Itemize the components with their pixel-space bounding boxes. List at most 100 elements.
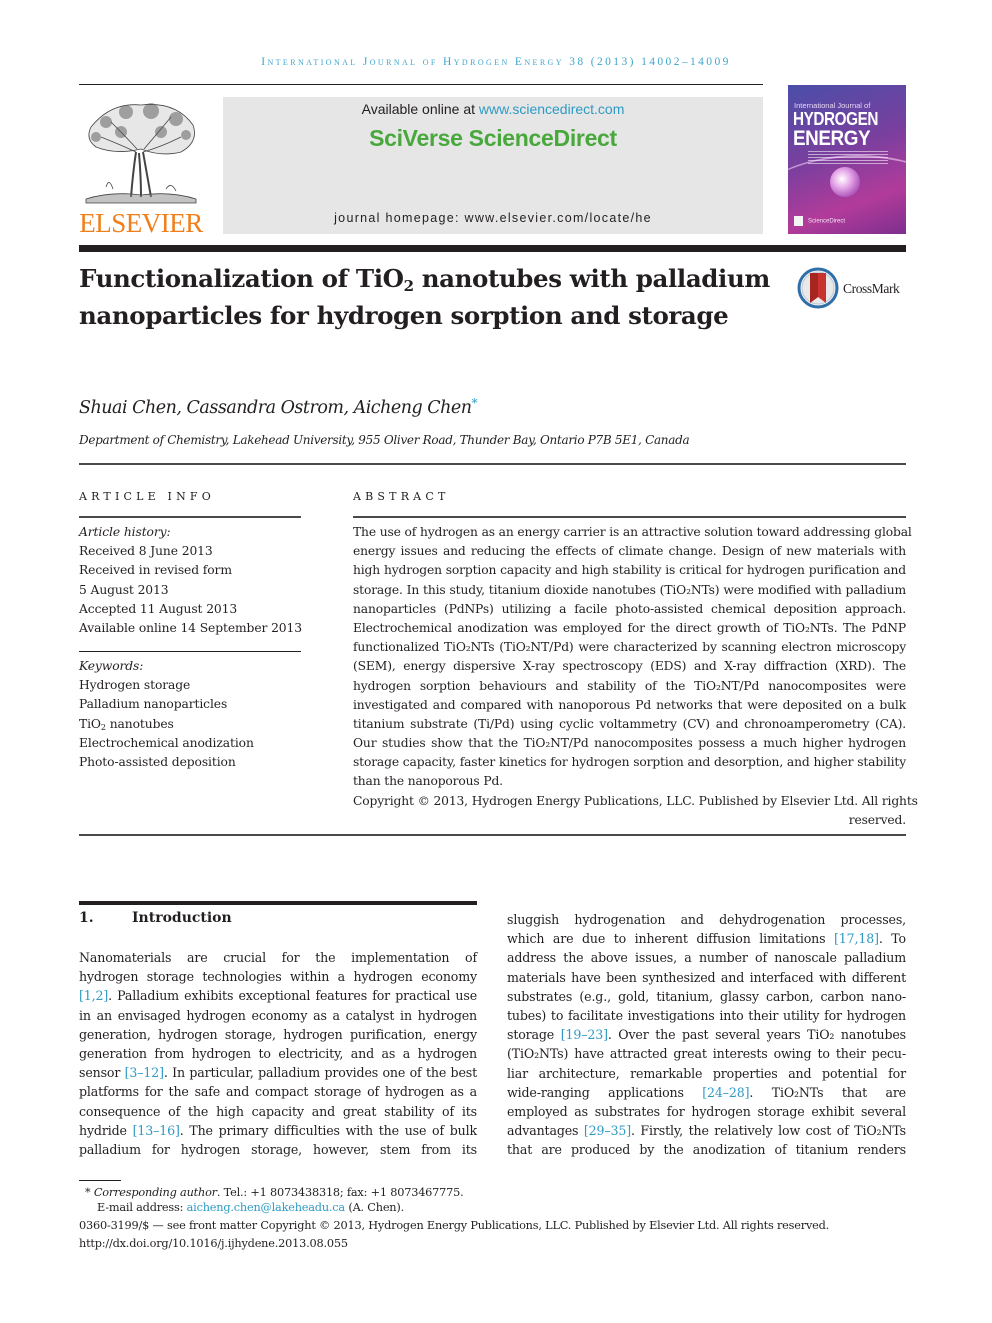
abstract-line: functionalized TiO₂NTs (TiO₂NT/Pd) were … bbox=[353, 640, 906, 655]
keyword: Palladium nanoparticles bbox=[79, 697, 228, 712]
text-line: storage [19–23]. Over the past several y… bbox=[507, 1027, 906, 1043]
text-line: Nanomaterials are crucial for the implem… bbox=[79, 950, 477, 965]
abstract-line: hydrogen sorption behaviours and stabili… bbox=[353, 678, 906, 693]
citation-link[interactable]: [13–16] bbox=[133, 1123, 180, 1138]
sciencedirect-banner: Available online at www.sciencedirect.co… bbox=[223, 97, 763, 234]
running-head: International Journal of Hydrogen Energy… bbox=[261, 56, 731, 68]
crossmark-icon bbox=[797, 267, 839, 309]
header-rule bbox=[79, 84, 763, 85]
cover-footer: ScienceDirect bbox=[794, 216, 898, 226]
history-item: Available online 14 September 2013 bbox=[79, 621, 302, 636]
authors: Shuai Chen, Cassandra Ostrom, Aicheng Ch… bbox=[79, 396, 478, 418]
elsevier-wordmark: ELSEVIER bbox=[79, 208, 203, 238]
text-line: liar architecture, remarkable properties… bbox=[507, 1065, 906, 1081]
citation-link[interactable]: [19–23] bbox=[561, 1027, 608, 1042]
journal-homepage: journal homepage: www.elsevier.com/locat… bbox=[334, 211, 652, 225]
abstract-copyright-end: reserved. bbox=[848, 812, 906, 827]
affiliation: Department of Chemistry, Lakehead Univer… bbox=[79, 433, 690, 447]
keyword: Electrochemical anodization bbox=[79, 735, 254, 750]
citation-link[interactable]: [17,18] bbox=[834, 931, 879, 946]
text-line: sluggish hydrogenation and dehydrogenati… bbox=[507, 912, 906, 927]
text-line: consequence of the high capacity and gre… bbox=[79, 1103, 477, 1119]
abstract-line: Electrochemical anodization was employed… bbox=[353, 620, 906, 635]
introduction-left-column: Nanomaterials are crucial for the implem… bbox=[79, 948, 477, 1159]
header-thick-rule bbox=[79, 245, 906, 252]
cover-title-line2: ENERGY bbox=[793, 127, 871, 150]
text-line: employed as substrates for hydrogen stor… bbox=[507, 1103, 906, 1119]
abstract-line: nanoparticles (PdNPs) utilizing a facile… bbox=[353, 601, 906, 616]
text-line: [1,2]. Palladium exhibits exceptional fe… bbox=[79, 988, 477, 1004]
text-line: materials have been synthesized and inte… bbox=[507, 969, 906, 985]
journal-cover[interactable]: International Journal of HYDROGEN ENERGY… bbox=[788, 85, 906, 234]
cover-orb-image bbox=[830, 167, 860, 197]
abstract-end-rule bbox=[79, 834, 906, 836]
abstract-line: investigated and compared with nanoporou… bbox=[353, 697, 906, 712]
text-line: palladium for hydrogen storage, however,… bbox=[79, 1141, 477, 1157]
doi-link[interactable]: http://dx.doi.org/10.1016/j.ijhydene.201… bbox=[79, 1237, 348, 1250]
available-online: Available online at www.sciencedirect.co… bbox=[361, 101, 625, 117]
history-item: 5 August 2013 bbox=[79, 582, 169, 597]
text-line: tubes) to facilitate investigations into… bbox=[507, 1007, 906, 1023]
text-line: substrates (e.g., gold, titanium, glassy… bbox=[507, 988, 906, 1004]
section-rule bbox=[79, 463, 906, 465]
introduction-rule bbox=[79, 901, 477, 905]
keyword: Hydrogen storage bbox=[79, 678, 191, 693]
text-line: sensor [3–12]. In particular, palladium … bbox=[79, 1065, 477, 1081]
sciencedirect-link[interactable]: www.sciencedirect.com bbox=[479, 101, 625, 117]
history-item: Accepted 11 August 2013 bbox=[79, 601, 238, 616]
text-line: generation from hydrogen to electricity,… bbox=[79, 1045, 477, 1061]
article-info-rule bbox=[79, 516, 301, 518]
crossmark-label: CrossMark bbox=[843, 281, 900, 296]
text-line: that are produced by the anodization of … bbox=[507, 1142, 906, 1158]
text-line: advantages [29–35]. Firstly, the relativ… bbox=[507, 1123, 906, 1139]
email-link[interactable]: aicheng.chen@lakeheadu.ca bbox=[187, 1201, 346, 1214]
article-history: Article history: Received 8 June 2013 Re… bbox=[79, 523, 309, 638]
keywords-label: Keywords: bbox=[79, 659, 144, 673]
text-line: in an envisaged hydrogen economy as a ca… bbox=[79, 1007, 477, 1023]
tree-icon bbox=[85, 103, 197, 204]
citation-link[interactable]: [29–35] bbox=[584, 1123, 631, 1138]
history-item: Received 8 June 2013 bbox=[79, 544, 213, 559]
corresponding-author-footnote: * Corresponding author. Tel.: +1 8073438… bbox=[85, 1186, 464, 1199]
text-line: wide-ranging applications [24–28]. TiO₂N… bbox=[507, 1084, 906, 1100]
citation-link[interactable]: [24–28] bbox=[702, 1085, 749, 1100]
abstract-copyright: Copyright © 2013, Hydrogen Energy Public… bbox=[353, 793, 918, 808]
text-line: hydrogen storage technologies within a h… bbox=[79, 969, 477, 985]
abstract-line: titanium substrate (Ti/Pd) using cyclic … bbox=[353, 716, 906, 731]
citation-link[interactable]: [3–12] bbox=[125, 1065, 164, 1080]
elsevier-logo[interactable]: ELSEVIER bbox=[79, 97, 203, 237]
text-line: hydride [13–16]. The primary difficultie… bbox=[79, 1122, 478, 1138]
text-line: which are due to inherent diffusion limi… bbox=[507, 931, 906, 947]
elsevier-small-logo-icon bbox=[794, 216, 803, 226]
crossmark-button[interactable]: CrossMark bbox=[797, 267, 909, 309]
abstract-line: than the nanoporous Pd. bbox=[353, 774, 503, 789]
abstract-line: storage capacity, faster kinetics for hy… bbox=[353, 755, 906, 770]
text-line: address the above issues, a number of na… bbox=[507, 950, 906, 966]
text-line: platforms for the safe and compact stora… bbox=[79, 1084, 477, 1100]
abstract-line: storage. In this study, titanium dioxide… bbox=[353, 582, 906, 597]
text-line: generation, hydrogen storage, hydrogen p… bbox=[79, 1026, 477, 1042]
issn-copyright: 0360-3199/$ — see front matter Copyright… bbox=[79, 1219, 830, 1232]
introduction-heading: 1. Introduction bbox=[79, 910, 232, 926]
citation-link[interactable]: [1,2] bbox=[79, 988, 108, 1003]
keyword: TiO2 nanotubes bbox=[79, 716, 174, 732]
abstract-line: (SEM), energy dispersive X-ray spectrosc… bbox=[353, 659, 906, 674]
journal-homepage-link[interactable]: www.elsevier.com/locate/he bbox=[465, 211, 652, 225]
history-item: Received in revised form bbox=[79, 563, 232, 578]
keywords: Keywords: Hydrogen storage Palladium nan… bbox=[79, 657, 309, 772]
abstract-line: high hydrogen sorption capacity and high… bbox=[353, 563, 906, 578]
keyword: Photo-assisted deposition bbox=[79, 755, 236, 770]
corresponding-author-mark[interactable]: * bbox=[472, 396, 478, 410]
email-footnote: E-mail address: aicheng.chen@lakeheadu.c… bbox=[97, 1201, 404, 1214]
article-title: Functionalization of TiO2 nanotubes with… bbox=[79, 264, 770, 330]
abstract-line: energy issues and reducing the effects o… bbox=[353, 544, 906, 559]
abstract-line: Our studies show that the TiO₂NT/Pd nano… bbox=[353, 736, 906, 751]
section-title: Introduction bbox=[132, 910, 232, 926]
introduction-right-column: sluggish hydrogenation and dehydrogenati… bbox=[507, 910, 906, 1159]
text-line: (TiO₂NTs) have attracted great interests… bbox=[507, 1046, 906, 1062]
abstract-line: The use of hydrogen as an energy carrier… bbox=[353, 525, 912, 539]
keywords-rule bbox=[79, 651, 301, 652]
sciencedirect-brand[interactable]: SciVerse ScienceDirect bbox=[223, 125, 763, 152]
abstract-rule bbox=[353, 516, 906, 518]
abstract-heading: ABSTRACT bbox=[353, 490, 450, 503]
